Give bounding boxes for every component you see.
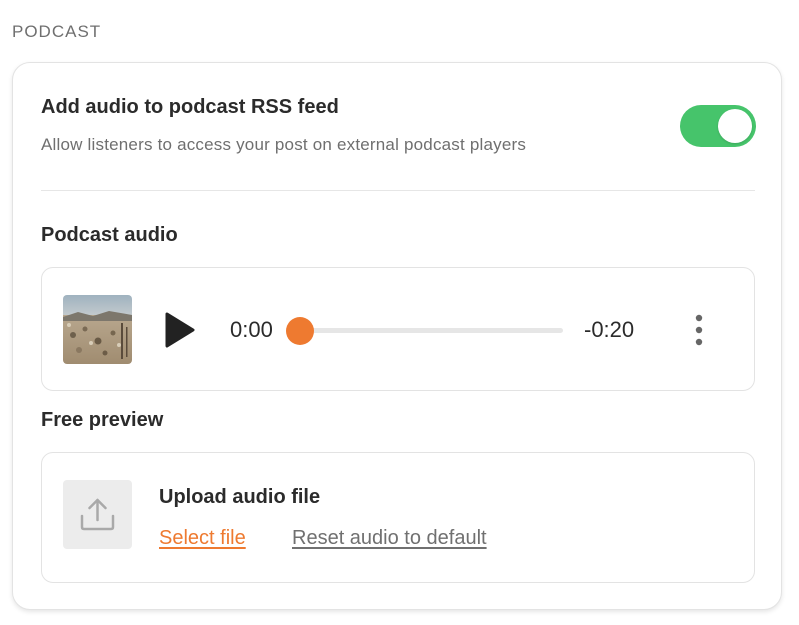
rss-toggle-title: Add audio to podcast RSS feed xyxy=(41,96,339,118)
toggle-knob xyxy=(718,109,752,143)
remaining-time: -0:20 xyxy=(584,317,635,342)
upload-button[interactable] xyxy=(63,480,132,549)
audio-thumbnail xyxy=(63,295,132,364)
current-time: 0:00 xyxy=(230,317,273,342)
progress-scrubber[interactable] xyxy=(286,317,314,345)
rss-feed-toggle[interactable] xyxy=(680,105,756,147)
section-label: PODCAST xyxy=(12,22,102,41)
play-icon xyxy=(165,312,195,348)
more-vertical-icon xyxy=(695,314,703,346)
podcast-settings-card: Add audio to podcast RSS feed Allow list… xyxy=(12,62,782,610)
divider xyxy=(41,190,755,191)
free-preview-heading: Free preview xyxy=(41,409,164,431)
upload-title: Upload audio file xyxy=(159,486,321,508)
select-file-link[interactable]: Select file xyxy=(159,527,246,550)
rss-toggle-description: Allow listeners to access your post on e… xyxy=(41,135,527,154)
more-options-button[interactable] xyxy=(692,312,706,348)
upload-icon xyxy=(80,498,115,531)
play-button[interactable] xyxy=(163,311,197,349)
audio-player: 0:00 -0:20 xyxy=(41,267,755,391)
upload-box: Upload audio file Select file Reset audi… xyxy=(41,452,755,583)
podcast-audio-heading: Podcast audio xyxy=(41,224,178,246)
reset-audio-link[interactable]: Reset audio to default xyxy=(292,527,487,550)
progress-track[interactable] xyxy=(300,328,563,333)
